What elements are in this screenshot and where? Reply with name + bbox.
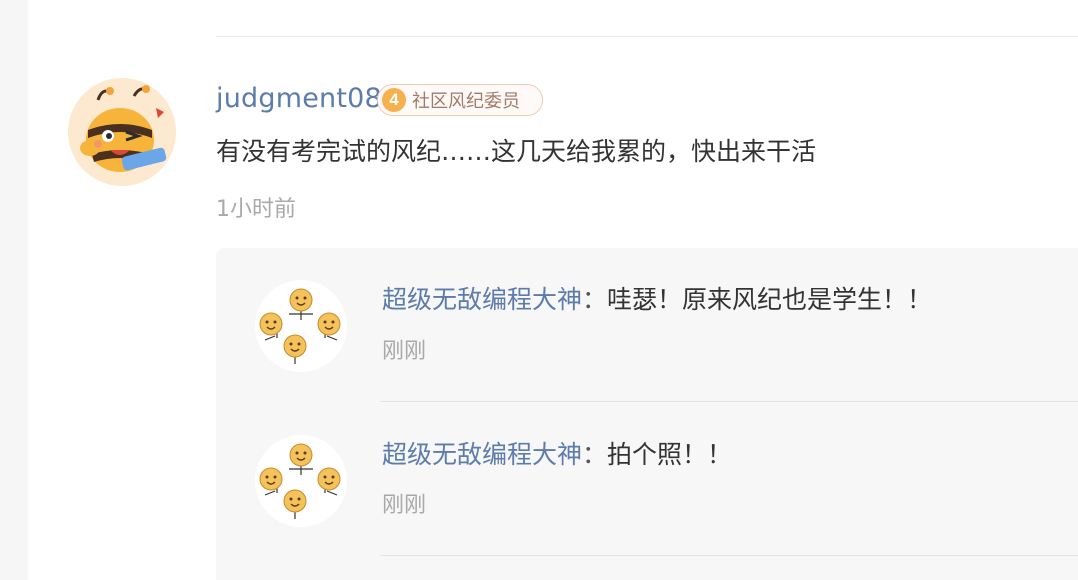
reply-text: 拍个照！！ <box>607 440 733 469</box>
user-avatar[interactable] <box>68 78 176 186</box>
reply-separator: ： <box>582 285 608 314</box>
username-link[interactable]: judgment08 <box>216 80 382 118</box>
divider <box>216 36 1078 37</box>
reply-time: 刚刚 <box>382 339 427 364</box>
smiley-group-avatar-icon <box>259 288 341 364</box>
badge-level: 4 <box>382 88 406 112</box>
smiley-group-avatar-icon <box>259 443 341 519</box>
reply-author-link[interactable]: 超级无敌编程大神 <box>382 285 582 314</box>
reply-avatar[interactable] <box>255 435 347 527</box>
reply-divider <box>380 555 1078 556</box>
reply-separator: ： <box>582 440 608 469</box>
badge-title: 社区风纪委员 <box>412 91 520 112</box>
reply-line: 超级无敌编程大神：哇瑟！原来风纪也是学生！！ <box>382 282 932 318</box>
comment-time: 1小时前 <box>216 197 296 222</box>
reply-avatar[interactable] <box>255 280 347 372</box>
reply-author-link[interactable]: 超级无敌编程大神 <box>382 440 582 469</box>
user-badge: 4 社区风纪委员 <box>377 84 543 116</box>
reply-time: 刚刚 <box>382 493 427 518</box>
reply-divider <box>380 401 1078 402</box>
cartoon-bee-avatar-icon <box>68 78 176 186</box>
reply-text: 哇瑟！原来风纪也是学生！！ <box>607 285 933 314</box>
reply-line: 超级无敌编程大神：拍个照！！ <box>382 437 732 473</box>
comment-text: 有没有考完试的风纪……这几天给我累的，快出来干活 <box>216 137 817 166</box>
